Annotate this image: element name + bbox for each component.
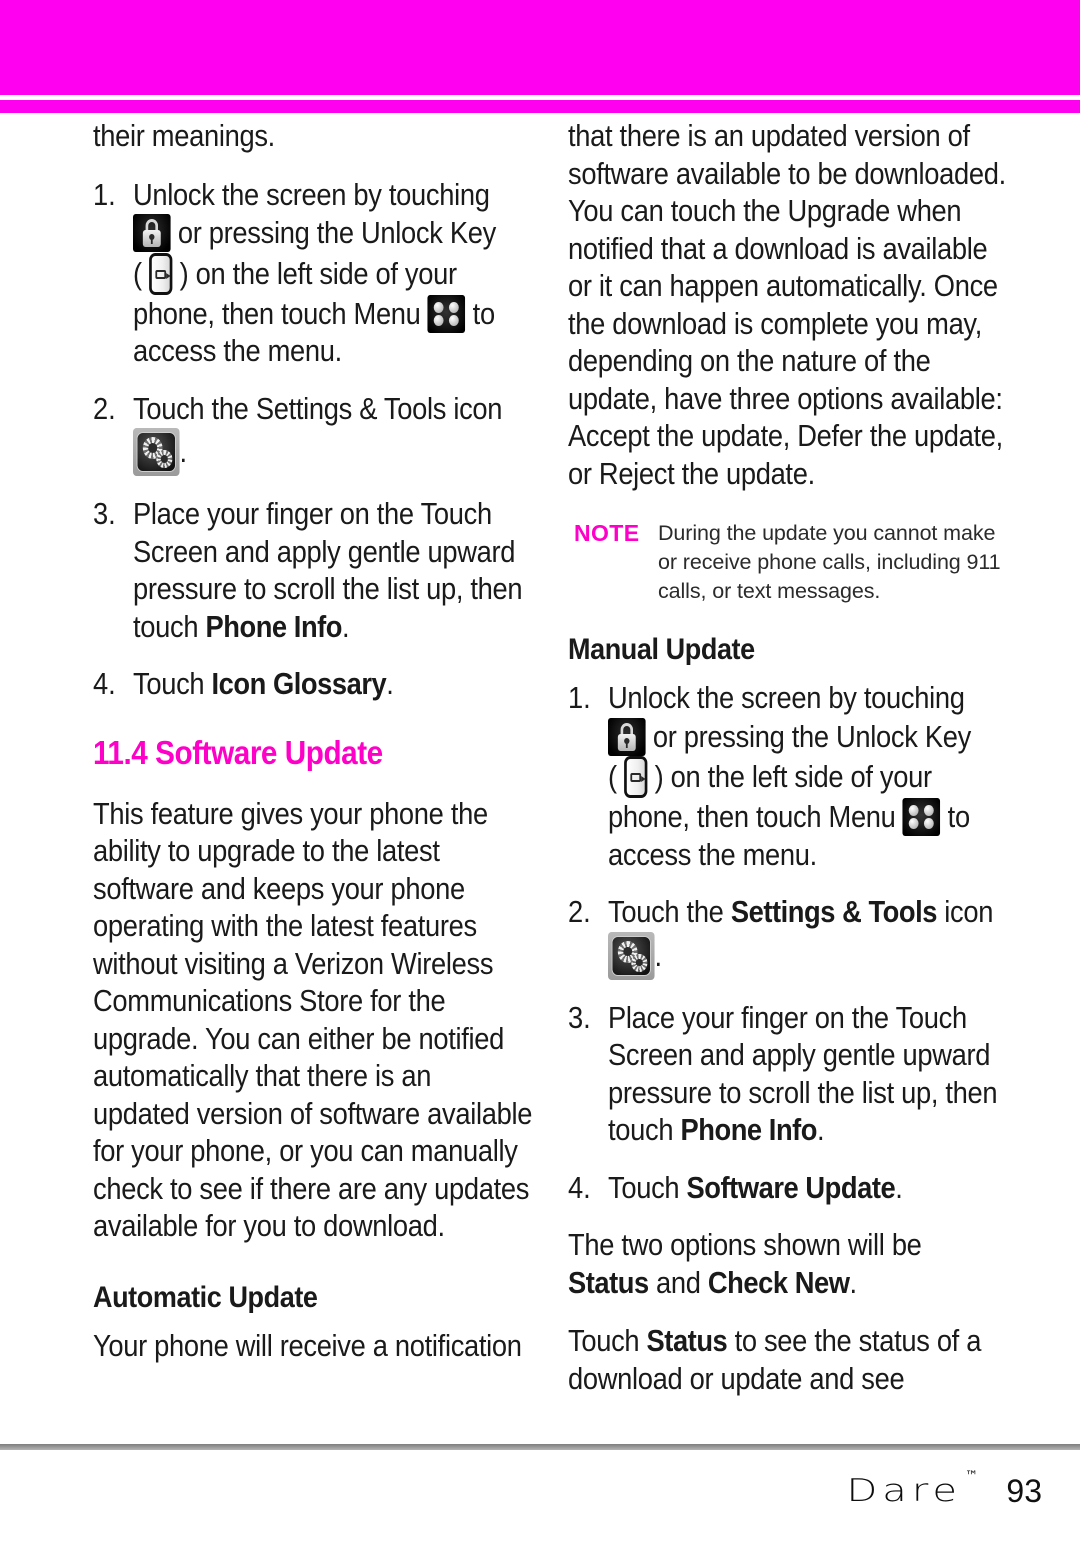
unlock-key-icon [624, 756, 648, 798]
list-item-number: 2. [93, 391, 116, 426]
page-number: 93 [1006, 1473, 1042, 1509]
list-item-number: 3. [568, 1000, 591, 1035]
step-text-line3: ) on the left side of your [654, 760, 932, 794]
list-item: 3. Place your finger on the Touch Screen… [93, 496, 533, 646]
step-text-line4: phone, then touch Menu [133, 296, 421, 331]
left-column: their meanings. 1. Unlock the screen by … [93, 118, 533, 1365]
trademark-symbol: ™ [965, 1469, 978, 1484]
page-content: their meanings. 1. Unlock the screen by … [0, 118, 1080, 1428]
left-steps-list: 1. Unlock the screen by touching or pres… [93, 177, 533, 704]
list-item-number: 1. [93, 177, 116, 212]
page-footer: Dare ™ 93 [0, 1466, 1080, 1526]
paren-open: ( [608, 760, 617, 794]
status-text-a: Touch [568, 1324, 647, 1358]
note-label: NOTE [574, 520, 640, 546]
step-text-line2: or pressing the Unlock Key [652, 719, 971, 754]
options-text-b: and [648, 1265, 708, 1300]
options-text-c: . [849, 1265, 858, 1300]
list-item-number: 1. [568, 681, 591, 715]
list-item-number: 4. [568, 1170, 591, 1205]
automatic-update-paragraph: Your phone will receive a notification [93, 1328, 522, 1363]
list-item: 1. Unlock the screen by touching or pres… [93, 177, 533, 371]
emphasis-software-update: Software Update [686, 1170, 896, 1205]
step-text-line5: to [947, 800, 970, 834]
note-body: During the update you cannot make or rec… [658, 521, 1001, 603]
options-text-a: The two options shown will be [568, 1228, 922, 1262]
list-item-text: Place your finger on the Touch Screen an… [608, 1000, 1008, 1150]
emphasis-icon-glossary: Icon Glossary [211, 667, 387, 701]
step-period: . [179, 435, 188, 469]
step-text-line6: access the menu. [608, 837, 817, 872]
paren-open: ( [133, 256, 142, 291]
step-period: . [817, 1113, 825, 1147]
list-item: 3. Place your finger on the Touch Screen… [568, 1000, 1008, 1150]
list-item: 2. Touch the Settings & Tools icon . [568, 894, 1008, 980]
list-item-number: 2. [568, 895, 591, 929]
step-text-line2: or pressing the Unlock Key [177, 216, 496, 250]
step-text-line3: ) on the left side of your [179, 256, 457, 291]
right-column: that there is an updated version of soft… [568, 118, 1008, 1398]
section-heading: 11.4 Software Update [93, 733, 383, 771]
emphasis-phone-info: Phone Info [205, 609, 343, 644]
list-item-text: Place your finger on the Touch Screen an… [133, 496, 533, 646]
step-period: . [342, 609, 350, 644]
list-item: 4. Touch Icon Glossary. [93, 666, 533, 704]
step-text-line4: phone, then touch Menu [608, 800, 896, 834]
header-color-band [0, 0, 1080, 95]
settings-tools-gear-icon [608, 931, 655, 980]
unlock-key-icon [149, 252, 173, 295]
settings-tools-gear-icon [133, 428, 180, 476]
header-rule [0, 100, 1080, 113]
status-paragraph: Touch Status to see the status of a down… [568, 1323, 1008, 1398]
step-period: . [895, 1170, 903, 1205]
list-item: 4. Touch Software Update. [568, 1170, 1008, 1208]
automatic-update-heading: Automatic Update [93, 1280, 318, 1314]
list-item-number: 4. [93, 667, 116, 701]
emphasis-status-2: Status [646, 1324, 728, 1358]
list-item-number: 3. [93, 497, 116, 531]
step-text: Touch [608, 1170, 687, 1205]
lock-icon [608, 717, 646, 756]
right-steps-list: 1. Unlock the screen by touching or pres… [568, 680, 1008, 1207]
step-text-line1: Unlock the screen by touching [608, 681, 965, 715]
manual-update-heading: Manual Update [568, 633, 755, 666]
step-text: Touch the Settings & Tools icon [133, 391, 503, 426]
continued-line: their meanings. [93, 119, 275, 153]
step-text-line6: access the menu. [133, 334, 342, 368]
footer-rule [0, 1444, 1080, 1450]
list-item-text: Touch Icon Glossary. [133, 666, 533, 704]
menu-grid-icon [427, 294, 466, 333]
list-item-text: Unlock the screen by touching or pressin… [133, 177, 533, 371]
step-text: Touch the [608, 895, 731, 929]
lock-icon [133, 214, 171, 252]
list-item: 2. Touch the Settings & Tools icon . [93, 391, 533, 476]
step-period: . [654, 938, 663, 973]
step-text-line1: Unlock the screen by touching [133, 177, 490, 212]
options-paragraph: The two options shown will be Status and… [568, 1227, 1008, 1302]
step-period: . [386, 667, 394, 701]
list-item: 1. Unlock the screen by touching or pres… [568, 680, 1008, 874]
list-item-text: Touch the Settings & Tools icon . [133, 391, 533, 476]
emphasis-settings-tools: Settings & Tools [730, 895, 938, 929]
intro-paragraph: This feature gives your phone the abilit… [93, 796, 533, 1244]
continued-paragraph: that there is an updated version of soft… [568, 119, 1006, 491]
emphasis-phone-info: Phone Info [680, 1113, 818, 1147]
emphasis-check-new: Check New [707, 1265, 850, 1300]
list-item-text: Touch Software Update. [608, 1170, 1008, 1208]
step-text: Touch [133, 667, 212, 701]
emphasis-status: Status [568, 1265, 649, 1300]
dare-brand-logo: Dare [846, 1473, 962, 1509]
step-text-tail: icon [937, 895, 994, 929]
step-text-line5: to [472, 296, 495, 331]
list-item-text: Unlock the screen by touching or pressin… [608, 680, 1008, 874]
note-block: NOTE During the update you cannot make o… [568, 519, 1008, 606]
menu-grid-icon [902, 798, 941, 836]
list-item-text: Touch the Settings & Tools icon . [608, 894, 1008, 980]
